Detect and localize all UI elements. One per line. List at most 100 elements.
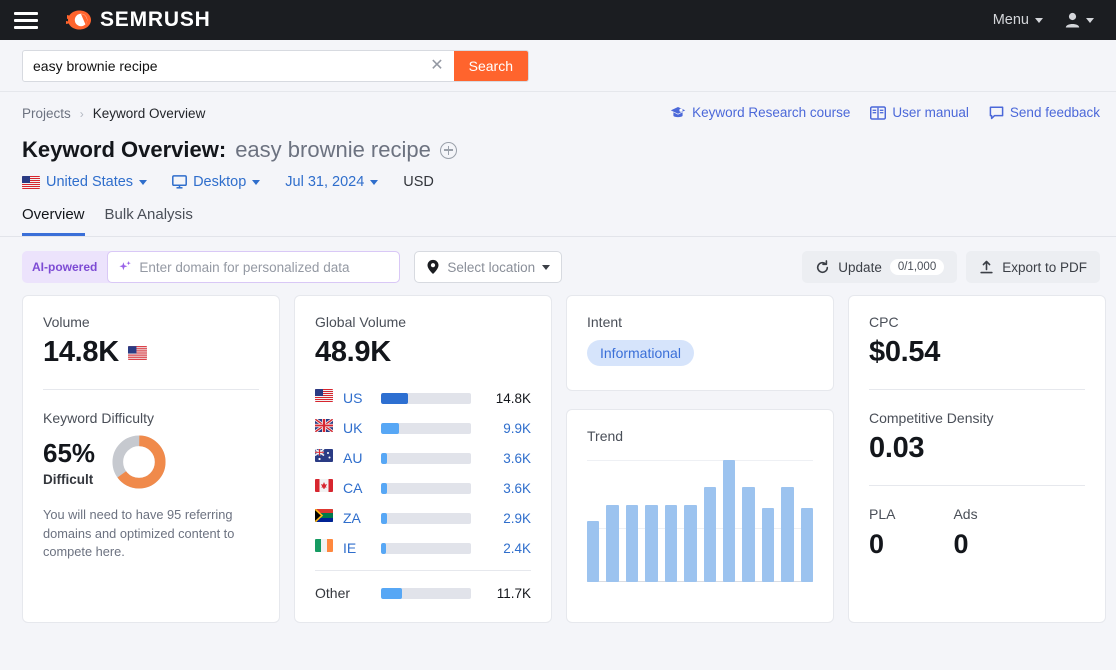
- user-manual-link[interactable]: User manual: [870, 105, 969, 120]
- cpc-card: CPC $0.54 Competitive Density 0.03 PLA 0…: [848, 295, 1106, 623]
- keyword-difficulty-donut-chart: [111, 434, 167, 490]
- update-label: Update: [838, 260, 882, 275]
- search-bar-row: ✕ Search: [0, 40, 1116, 92]
- pla-metric: PLA 0: [869, 506, 895, 560]
- menu-label: Menu: [993, 12, 1029, 28]
- date-label: Jul 31, 2024: [285, 174, 364, 190]
- semrush-flame-icon: [66, 9, 92, 31]
- export-to-pdf-button[interactable]: Export to PDF: [966, 251, 1100, 283]
- keyword-difficulty-word: Difficult: [43, 472, 95, 487]
- trend-bar: [801, 508, 813, 582]
- volume-value: 11.7K: [479, 586, 531, 601]
- hamburger-menu-icon[interactable]: [14, 12, 38, 29]
- volume-bar-fill: [381, 513, 387, 524]
- device-filter[interactable]: Desktop: [172, 174, 260, 190]
- upload-icon: [979, 260, 994, 275]
- semrush-logo[interactable]: SEMRUSH: [66, 8, 211, 32]
- breadcrumb-projects[interactable]: Projects: [22, 106, 71, 121]
- trend-bar: [762, 508, 774, 582]
- country-filter[interactable]: United States: [22, 174, 147, 190]
- volume-bar: [381, 393, 471, 404]
- search-button[interactable]: Search: [454, 50, 528, 82]
- volume-bar: [381, 453, 471, 464]
- plus-circle-icon[interactable]: [440, 142, 457, 159]
- volume-bar-fill: [381, 483, 387, 494]
- pla-value: 0: [869, 529, 895, 560]
- trend-bar: [606, 505, 618, 582]
- trend-label: Trend: [587, 428, 813, 444]
- keyword-research-course-link[interactable]: Keyword Research course: [670, 105, 850, 120]
- export-label: Export to PDF: [1002, 260, 1087, 275]
- us-flag-icon: [128, 346, 147, 360]
- link-label: User manual: [892, 105, 969, 120]
- map-pin-icon: [426, 259, 440, 275]
- cpc-label: CPC: [869, 314, 1085, 330]
- keyword-search-box[interactable]: ✕ Search: [22, 50, 529, 82]
- link-label: Keyword Research course: [692, 105, 850, 120]
- menu-button[interactable]: Menu: [993, 12, 1043, 28]
- domain-input-placeholder: Enter domain for personalized data: [139, 260, 349, 275]
- intent-chip[interactable]: Informational: [587, 340, 694, 366]
- global-volume-row: AU 3.6K: [315, 443, 531, 473]
- intent-trend-column: Intent Informational Trend: [566, 295, 834, 623]
- country-code[interactable]: IE: [343, 540, 373, 556]
- filter-bar: United States Desktop Jul 31, 2024 USD: [22, 174, 1094, 190]
- speech-bubble-icon: [989, 106, 1004, 120]
- send-feedback-link[interactable]: Send feedback: [989, 105, 1100, 120]
- global-volume-card: Global Volume 48.9K US14.8KUK9.9KAU3.6KC…: [294, 295, 552, 623]
- book-icon: [870, 106, 886, 120]
- country-code[interactable]: ZA: [343, 510, 373, 526]
- country-code[interactable]: UK: [343, 420, 373, 436]
- ads-value: 0: [953, 529, 977, 560]
- page-title: Keyword Overview: easy brownie recipe: [22, 137, 1094, 163]
- global-volume-other-row: Other11.7K: [315, 578, 531, 608]
- user-account-button[interactable]: [1065, 12, 1094, 28]
- volume-value: 14.8K: [43, 336, 119, 369]
- date-filter[interactable]: Jul 31, 2024: [285, 174, 378, 190]
- global-volume-row: ZA2.9K: [315, 503, 531, 533]
- country-code[interactable]: US: [343, 390, 373, 406]
- intent-label: Intent: [587, 314, 813, 330]
- us-flag-icon: [22, 176, 40, 189]
- chevron-down-icon: [252, 180, 260, 185]
- trend-bar: [665, 505, 677, 582]
- volume-bar-fill: [381, 393, 408, 404]
- page-header: Projects › Keyword Overview Keyword Rese…: [0, 92, 1116, 190]
- trend-bar: [684, 505, 696, 582]
- global-volume-country-list: US14.8KUK9.9KAU3.6KCA3.6KZA2.9KIE2.4KOth…: [315, 383, 531, 608]
- volume-value: 9.9K: [479, 421, 531, 436]
- ca-flag-icon: [315, 479, 335, 497]
- tab-bulk-analysis[interactable]: Bulk Analysis: [105, 206, 193, 236]
- divider: [43, 389, 259, 390]
- update-button[interactable]: Update 0/1,000: [802, 251, 957, 283]
- divider: [869, 485, 1085, 486]
- volume-bar-fill: [381, 453, 387, 464]
- help-links: Keyword Research course User manual Send…: [670, 105, 1100, 120]
- trend-bar: [704, 487, 716, 582]
- keyword-difficulty-percent: 65%: [43, 438, 95, 469]
- au-flag-icon: [315, 449, 335, 467]
- volume-value: 3.6K: [479, 451, 531, 466]
- keyword-difficulty-note: You will need to have 95 referring domai…: [43, 506, 259, 562]
- update-count-badge: 0/1,000: [890, 259, 944, 275]
- chevron-down-icon: [370, 180, 378, 185]
- search-input[interactable]: [23, 51, 420, 81]
- close-x-icon[interactable]: ✕: [420, 58, 453, 74]
- trend-bar: [781, 487, 793, 582]
- chevron-down-icon: [139, 180, 147, 185]
- semrush-wordmark: SEMRUSH: [100, 8, 211, 32]
- chevron-down-icon: [542, 265, 550, 270]
- chevron-down-icon: [1086, 18, 1094, 23]
- volume-value: 14.8K: [479, 391, 531, 406]
- country-code[interactable]: CA: [343, 480, 373, 496]
- keyword-difficulty-label: Keyword Difficulty: [43, 410, 259, 426]
- location-select[interactable]: Select location: [414, 251, 562, 283]
- ie-flag-icon: [315, 539, 335, 557]
- domain-input[interactable]: Enter domain for personalized data: [107, 251, 400, 283]
- tab-overview[interactable]: Overview: [22, 206, 85, 236]
- device-label: Desktop: [193, 174, 246, 190]
- monitor-icon: [172, 175, 187, 189]
- metrics-grid: Volume 14.8K Keyword Difficulty 65% Diff…: [0, 283, 1116, 623]
- intent-card: Intent Informational: [566, 295, 834, 391]
- country-code[interactable]: AU: [343, 450, 373, 466]
